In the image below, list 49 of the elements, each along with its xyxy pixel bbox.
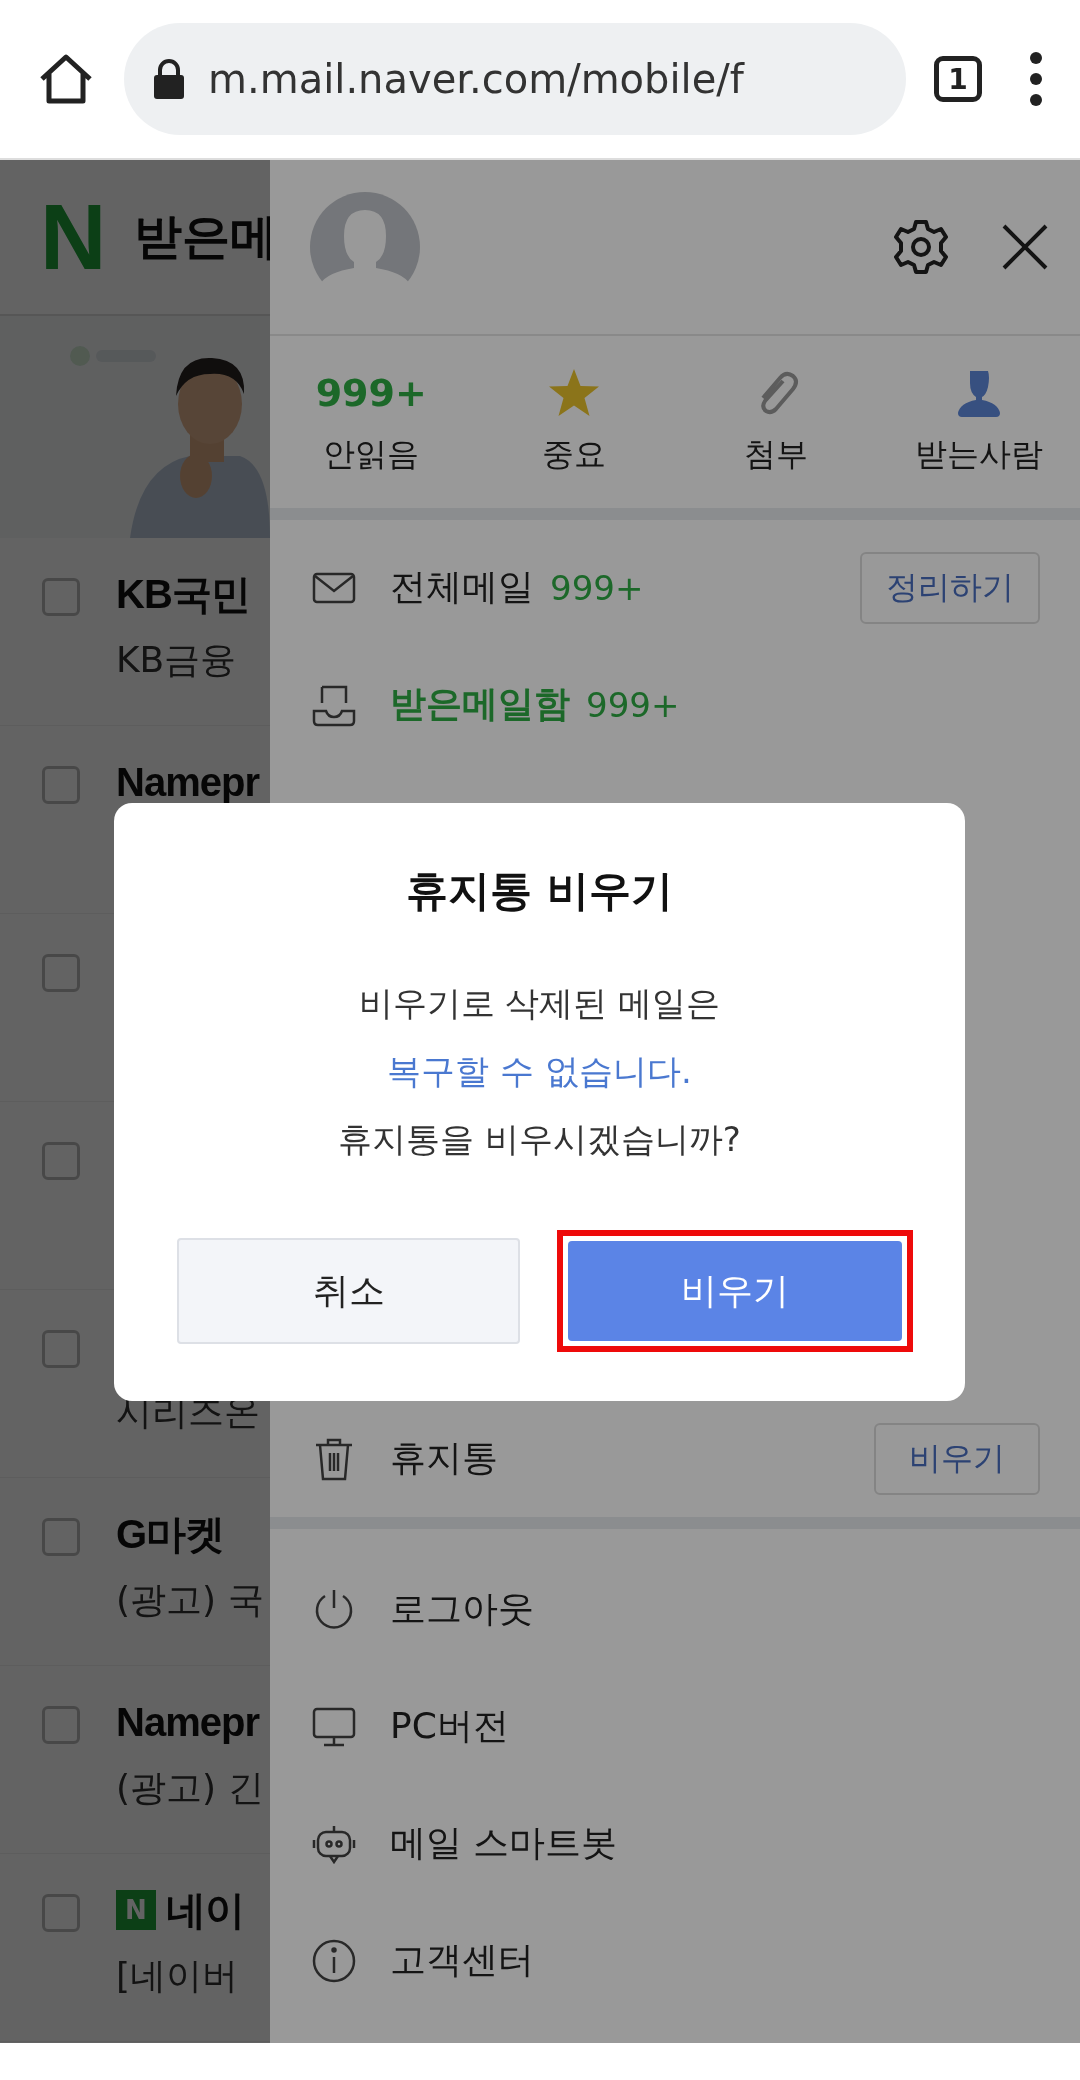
- url-text: m.mail.naver.com/mobile/f: [208, 56, 744, 102]
- unread-count: 999+: [315, 370, 427, 417]
- dialog-message: 비우기로 삭제된 메일은: [358, 982, 721, 1025]
- lock-icon: [152, 58, 186, 100]
- mail-preview: [네이버: [116, 1954, 240, 1998]
- menu-item[interactable]: 고객센터: [390, 1936, 534, 1985]
- menu-item[interactable]: 로그아웃: [390, 1585, 534, 1634]
- menu-item[interactable]: PC버전: [390, 1702, 509, 1751]
- menu-icon[interactable]: [1028, 51, 1044, 107]
- menu-item[interactable]: 메일 스마트봇: [390, 1819, 618, 1868]
- folder-count: 999+: [586, 684, 680, 725]
- quick-filter-label[interactable]: 첨부: [744, 433, 809, 477]
- settings-icon[interactable]: [892, 218, 950, 276]
- folder-count: 999+: [550, 567, 644, 608]
- checkbox[interactable]: [42, 1330, 80, 1368]
- mail-sender: 네이: [166, 1886, 244, 1934]
- folder-action-button[interactable]: 비우기: [874, 1422, 1040, 1495]
- close-icon[interactable]: [1000, 222, 1050, 272]
- address-bar[interactable]: m.mail.naver.com/mobile/f: [124, 23, 906, 135]
- mail-sender: Namepr: [116, 1699, 259, 1745]
- mail-sender: Namepr: [116, 759, 259, 805]
- checkbox[interactable]: [42, 578, 80, 616]
- mail-sender: KB국민: [116, 570, 250, 618]
- folder-item[interactable]: 휴지통: [390, 1434, 498, 1483]
- checkbox[interactable]: [42, 1706, 80, 1744]
- mailbox-title: 받은메: [134, 207, 279, 266]
- quick-filter-label[interactable]: 받는사람: [914, 433, 1043, 477]
- folder-action-button[interactable]: 정리하기: [860, 551, 1040, 624]
- quick-filter-label[interactable]: 중요: [541, 433, 606, 477]
- warning-text: 복구할 수 없습니다.: [387, 1050, 692, 1093]
- mail-sender: G마켓: [116, 1510, 225, 1558]
- checkbox[interactable]: [42, 954, 80, 992]
- checkbox[interactable]: [42, 1894, 80, 1932]
- naver-badge: N: [116, 1890, 156, 1930]
- mail-preview: KB금융: [116, 638, 238, 682]
- mail-preview: (광고) 긴: [116, 1766, 264, 1810]
- checkbox[interactable]: [42, 1142, 80, 1180]
- avatar-icon: [310, 192, 420, 302]
- dialog-message: 휴지통을 비우시겠습니까?: [338, 1118, 741, 1161]
- tab-count-button[interactable]: 1: [934, 56, 982, 102]
- cancel-button[interactable]: 취소: [177, 1238, 520, 1344]
- checkbox[interactable]: [42, 1518, 80, 1556]
- checkbox[interactable]: [42, 766, 80, 804]
- quick-filter-label[interactable]: 안읽음: [323, 433, 420, 477]
- empty-button[interactable]: 비우기: [568, 1241, 902, 1341]
- mail-preview: (광고) 국: [116, 1578, 264, 1622]
- dialog-title: 휴지통 비우기: [406, 865, 673, 917]
- folder-item[interactable]: 전체메일: [390, 563, 534, 612]
- logo: N: [40, 191, 107, 283]
